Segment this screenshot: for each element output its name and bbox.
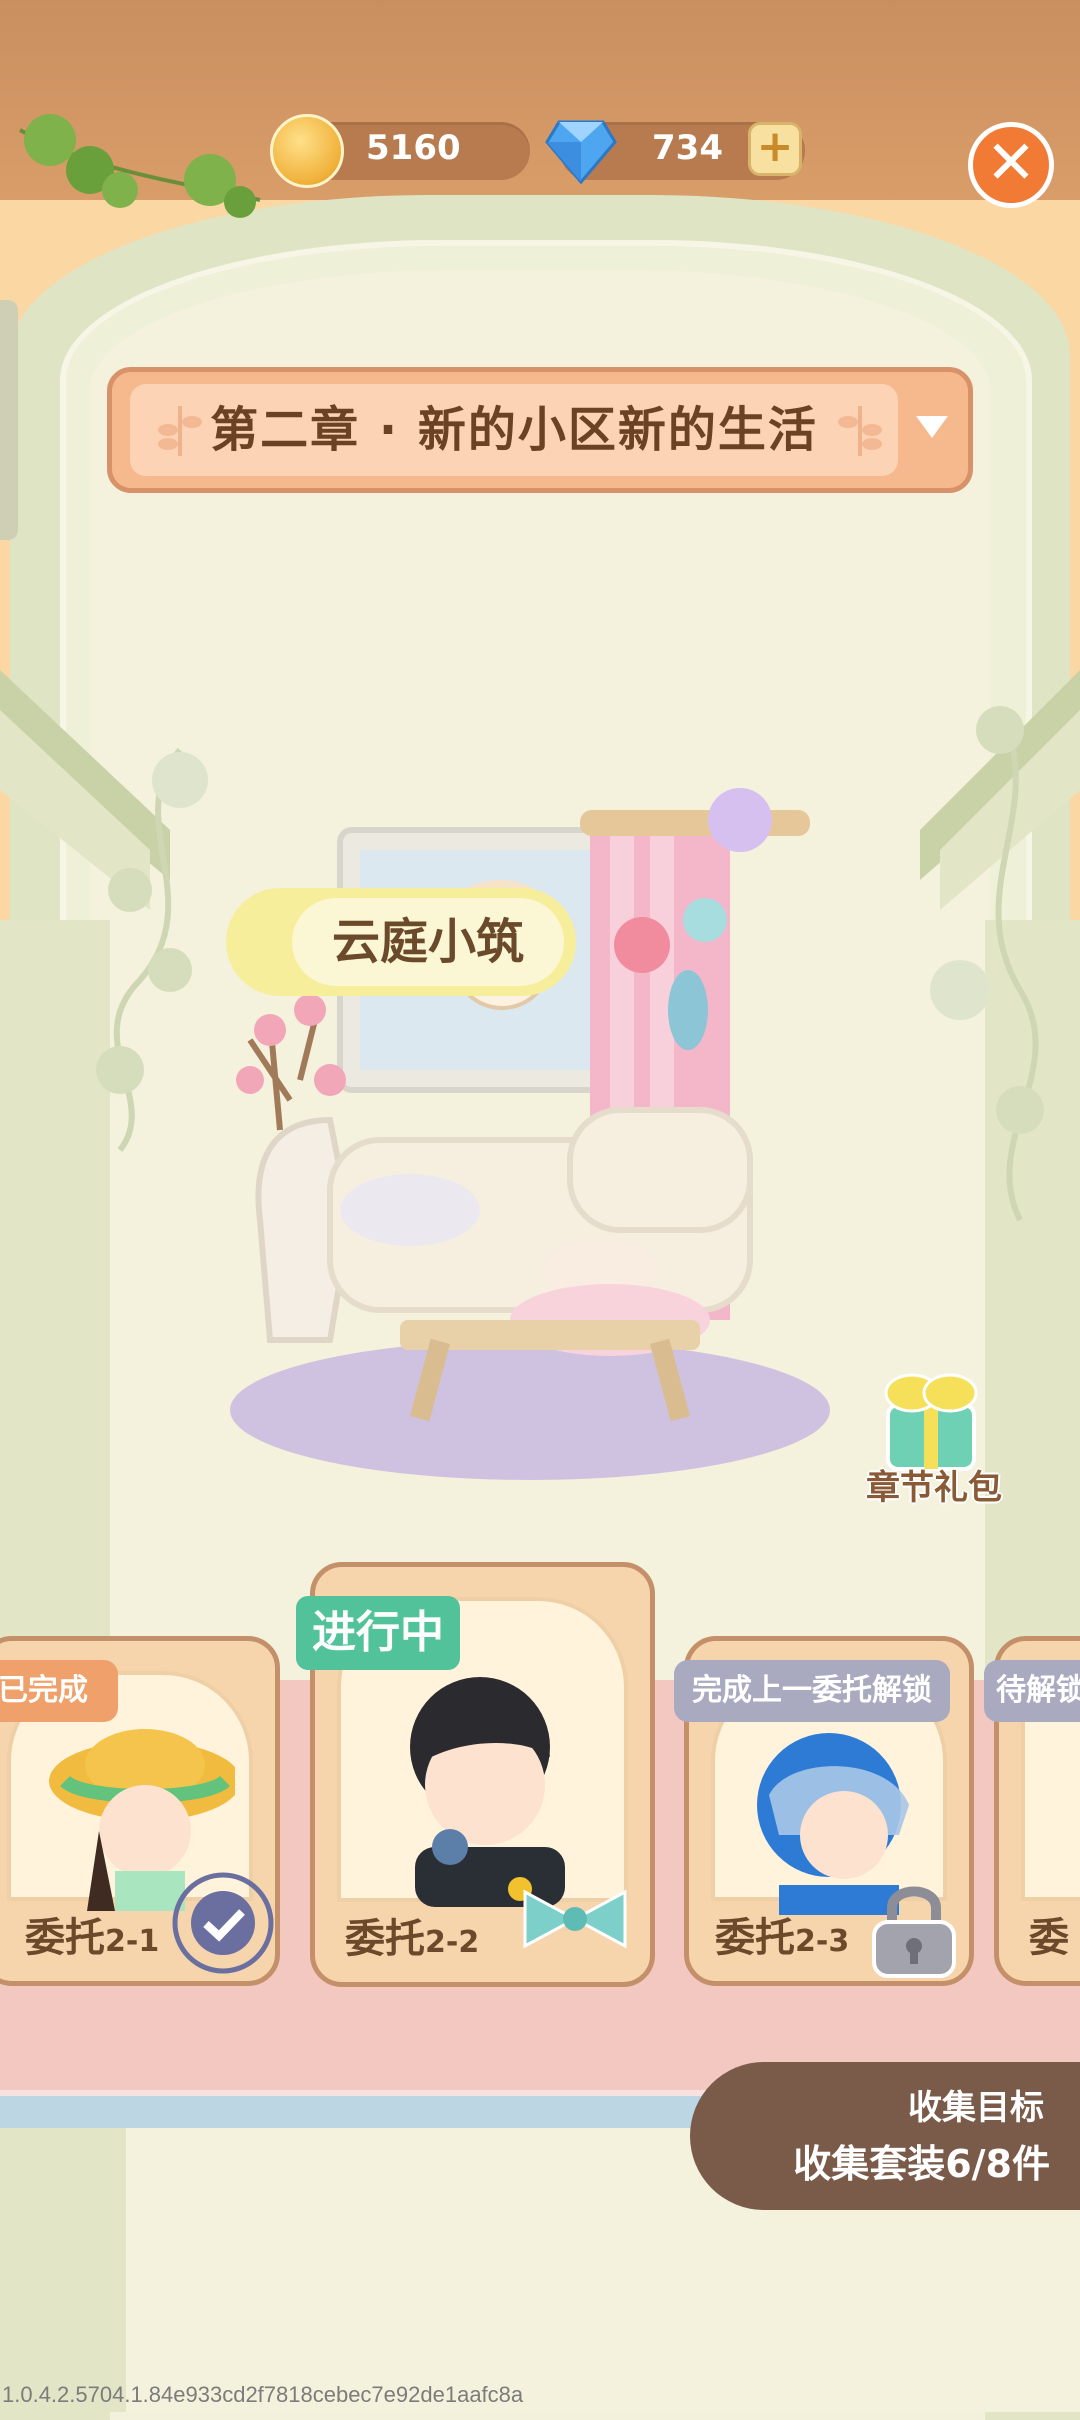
- side-tab[interactable]: [0, 300, 18, 540]
- card-label: 委托2-3: [715, 1915, 850, 1961]
- chapter-title: 第二章 · 新的小区新的生活: [210, 402, 818, 458]
- card-label: 委托2-2: [345, 1916, 480, 1962]
- location-name: 云庭小筑: [331, 914, 524, 970]
- ivy-decoration: [19, 114, 261, 218]
- add-gems-button[interactable]: +: [748, 122, 802, 176]
- gem-amount: 734: [652, 128, 723, 168]
- card-label: 委托2-1: [25, 1915, 160, 1961]
- goal-progress: 收集套装6/8件: [793, 2142, 1050, 2186]
- status-badge-pending: 待解锁: [984, 1660, 1080, 1722]
- status-badge-in-progress: 进行中: [296, 1596, 460, 1670]
- floor-pillar: [0, 2128, 126, 2412]
- version-text: 1.0.4.2.5704.1.84e933cd2f7818cebec7e92de…: [2, 2382, 524, 2407]
- character-portrait: [410, 1677, 565, 1907]
- chapter-selector[interactable]: 第二章 · 新的小区新的生活: [107, 367, 973, 493]
- right-vine-decoration: [930, 706, 1044, 1222]
- gift-icon[interactable]: [866, 1365, 996, 1475]
- chapter-title-plate: 第二章 · 新的小区新的生活: [130, 384, 898, 476]
- coin-amount: 5160: [366, 128, 461, 168]
- close-button[interactable]: ✕: [968, 122, 1054, 208]
- chevron-down-icon[interactable]: [912, 412, 952, 442]
- goal-title: 收集目标: [908, 2088, 1044, 2128]
- lock-icon: [872, 1886, 956, 1978]
- status-badge-locked: 完成上一委托解锁: [674, 1660, 950, 1722]
- completed-stamp-icon: [172, 1872, 274, 1974]
- leaf-icon: [838, 406, 882, 456]
- coin-icon: [270, 114, 344, 188]
- chapter-gift-label[interactable]: 章节礼包: [850, 1460, 1018, 1509]
- card-label: 委: [1029, 1915, 1069, 1961]
- location-badge: 云庭小筑: [226, 880, 586, 1004]
- status-badge-completed: 已完成: [0, 1660, 118, 1722]
- diamond-icon: [545, 120, 617, 185]
- bow-icon: [523, 1889, 627, 1949]
